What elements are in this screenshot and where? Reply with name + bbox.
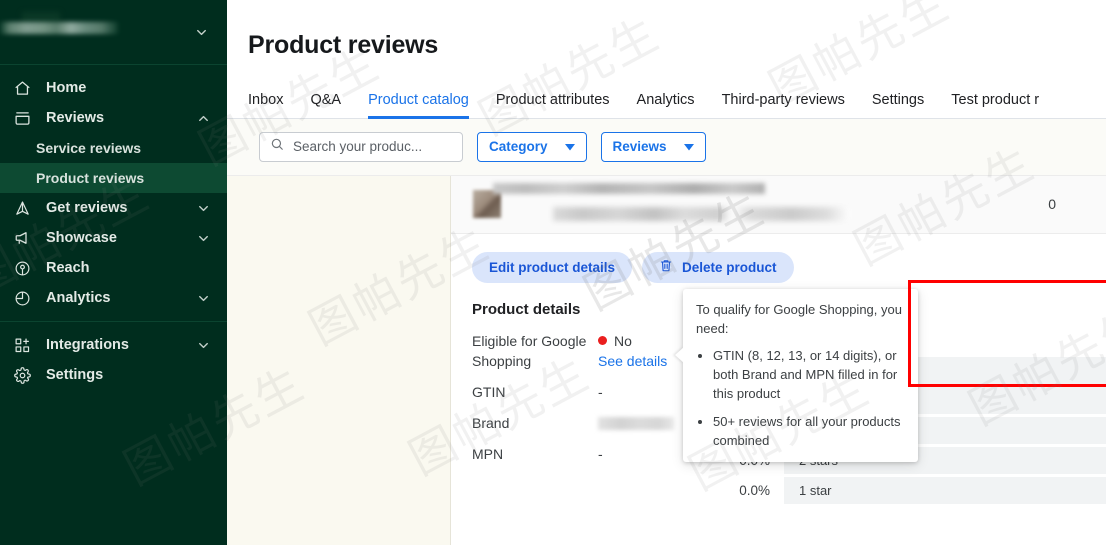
tooltip-arrow-icon: [675, 347, 684, 363]
tab-bar: Inbox Q&A Product catalog Product attrib…: [227, 77, 1106, 119]
sidebar-item-showcase[interactable]: Showcase: [0, 223, 227, 253]
star-distribution-row: 0.0% 1 star: [720, 476, 1106, 504]
star-percent: 0.0%: [739, 482, 770, 498]
edit-product-details-button[interactable]: Edit product details: [472, 251, 633, 283]
product-list-pane[interactable]: [227, 175, 451, 545]
sidebar-item-label: Get reviews: [46, 200, 128, 216]
sidebar-group-primary: Home Reviews Service reviews Product rev…: [0, 65, 227, 321]
sidebar-item-home[interactable]: Home: [0, 73, 227, 103]
product-review-count: 0: [1048, 196, 1056, 212]
sidebar-item-label: Reviews: [46, 110, 105, 126]
tab-analytics[interactable]: Analytics: [637, 92, 695, 119]
product-details-section: Product details Eligible for Google Shop…: [472, 301, 710, 507]
sidebar-item-label: Reach: [46, 260, 90, 276]
eligibility-tooltip: To qualify for Google Shopping, you need…: [675, 289, 918, 462]
trash-icon: [659, 258, 673, 276]
product-thumbnail: [473, 190, 501, 218]
product-name-redacted: [493, 183, 765, 194]
tooltip-bullet-list: GTIN (8, 12, 13, or 14 digits), or both …: [696, 346, 905, 450]
account-name-redacted: [0, 22, 118, 34]
chevron-down-icon[interactable]: [196, 291, 211, 306]
category-filter-button[interactable]: Category: [477, 131, 587, 162]
category-filter-label: Category: [489, 139, 548, 154]
sidebar-item-integrations[interactable]: Integrations: [0, 330, 227, 360]
tooltip-bullet: GTIN (8, 12, 13, or 14 digits), or both …: [713, 346, 905, 403]
detail-row-brand: Brand: [472, 413, 710, 433]
sidebar: Home Reviews Service reviews Product rev…: [0, 0, 227, 545]
brand-value-redacted: [598, 417, 674, 431]
sidebar-item-label: Settings: [46, 367, 104, 383]
product-subtitle-redacted: [553, 207, 851, 221]
search-input[interactable]: Search your produc...: [259, 131, 463, 162]
sidebar-item-analytics[interactable]: Analytics: [0, 283, 227, 313]
product-details-title: Product details: [472, 300, 581, 318]
status-dot-negative-icon: [598, 335, 607, 345]
search-icon: [270, 137, 284, 156]
megaphone-icon: [14, 229, 36, 247]
chevron-down-icon[interactable]: [196, 201, 211, 216]
filter-bar: Search your produc... Category Reviews: [227, 118, 1106, 176]
sidebar-item-settings[interactable]: Settings: [0, 360, 227, 390]
sidebar-item-get-reviews[interactable]: Get reviews: [0, 193, 227, 223]
reviews-filter-button[interactable]: Reviews: [600, 131, 706, 162]
detail-label: MPN: [472, 445, 504, 462]
tab-qa[interactable]: Q&A: [310, 92, 341, 119]
content-panes: 0 Edit product details Delete product Pr…: [227, 175, 1106, 545]
product-header-row[interactable]: 0: [451, 175, 1106, 234]
sidebar-item-reach[interactable]: Reach: [0, 253, 227, 283]
star-label: 1 star: [799, 482, 832, 498]
grid-plus-icon: [14, 336, 36, 354]
chevron-up-icon[interactable]: [196, 111, 211, 126]
reviews-filter-label: Reviews: [612, 139, 667, 154]
app-root: Home Reviews Service reviews Product rev…: [0, 0, 1106, 545]
product-actions: Edit product details Delete product: [451, 234, 1106, 283]
sidebar-sub-label: Service reviews: [36, 140, 142, 156]
star-bar: 1 star: [784, 476, 1106, 504]
tab-test-product-reviews[interactable]: Test product r: [951, 92, 1039, 119]
tab-inbox[interactable]: Inbox: [248, 92, 283, 119]
tab-product-catalog[interactable]: Product catalog: [368, 92, 469, 119]
sidebar-item-reviews[interactable]: Reviews: [0, 103, 227, 133]
eligibility-value: No: [614, 332, 632, 349]
edit-product-details-label: Edit product details: [489, 259, 616, 275]
delete-product-label: Delete product: [682, 259, 777, 275]
tooltip-intro: To qualify for Google Shopping, you need…: [696, 302, 902, 336]
triangle-down-icon: [683, 139, 694, 154]
gear-icon: [14, 366, 36, 384]
product-title-redacted: [493, 183, 1048, 225]
triangle-down-icon: [564, 139, 575, 154]
send-icon: [14, 199, 36, 217]
sidebar-item-label: Analytics: [46, 290, 111, 306]
chevron-down-icon[interactable]: [196, 338, 211, 353]
home-icon: [14, 79, 36, 97]
chevron-down-icon[interactable]: [196, 231, 211, 246]
chevron-down-icon[interactable]: [194, 25, 209, 40]
sidebar-sub-label: Product reviews: [36, 170, 145, 186]
sidebar-item-label: Home: [46, 80, 87, 96]
inbox-icon: [14, 109, 36, 127]
page-title: Product reviews: [248, 30, 439, 59]
account-switcher[interactable]: [0, 0, 227, 64]
tab-third-party-reviews[interactable]: Third-party reviews: [722, 92, 845, 119]
detail-row-mpn: MPN -: [472, 444, 710, 464]
sidebar-item-label: Integrations: [46, 337, 129, 353]
main-content: Product reviews Inbox Q&A Product catalo…: [227, 0, 1106, 545]
sidebar-item-label: Showcase: [46, 230, 117, 246]
tab-product-attributes[interactable]: Product attributes: [496, 92, 610, 119]
sidebar-item-service-reviews[interactable]: Service reviews: [0, 133, 227, 163]
delete-product-button[interactable]: Delete product: [642, 251, 794, 283]
sidebar-item-product-reviews[interactable]: Product reviews: [0, 163, 227, 193]
detail-label: Eligible for Google Shopping: [472, 332, 587, 369]
radar-icon: [14, 259, 36, 277]
detail-label: Brand: [472, 414, 510, 431]
detail-label: GTIN: [472, 383, 506, 400]
sidebar-group-secondary: Integrations Settings: [0, 322, 227, 398]
search-placeholder-text: Search your produc...: [293, 139, 423, 154]
detail-row-gtin: GTIN -: [472, 382, 710, 402]
pie-chart-icon: [14, 289, 36, 307]
tab-settings[interactable]: Settings: [872, 92, 924, 119]
tooltip-bullet: 50+ reviews for all your products combin…: [713, 412, 905, 450]
